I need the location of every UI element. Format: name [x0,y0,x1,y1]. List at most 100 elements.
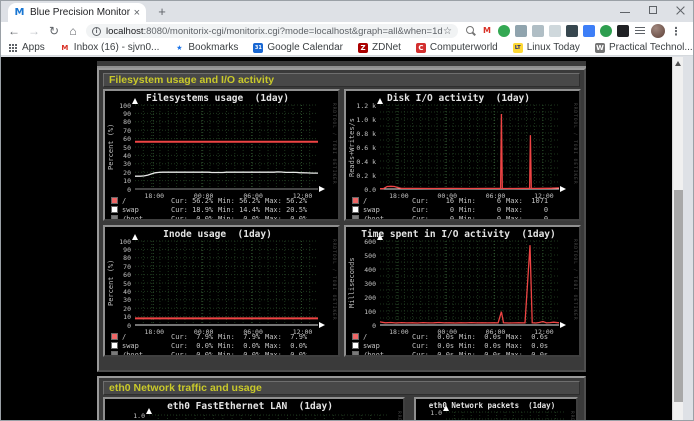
y-tick-label: 70 [105,263,131,271]
section-header-filesystem: Filesystem usage and I/O activity [103,73,580,87]
earth-icon[interactable] [498,25,510,37]
search-icon[interactable] [464,25,476,37]
legend-swatch-swap [352,342,359,349]
y-tick-label: 0.2 k [346,172,376,180]
page-scrollbar[interactable] [672,57,683,421]
bookmark-item-apps[interactable]: Apps [8,42,45,53]
legend-name: / [122,197,126,205]
y-tick-label: 0 [105,322,131,330]
y-tick-label: 1.0 k [346,116,376,124]
chat-icon[interactable] [583,25,595,37]
minimize-icon[interactable] [620,5,630,15]
monitorix-favicon: M [14,7,25,18]
bookmark-label: Computerworld [430,42,498,53]
bookmark-label: ZDNet [372,42,401,53]
tab-strip: M Blue Precision Monitorix × + [0,0,694,22]
y-tick-label: 600 [346,238,376,246]
bookmark-label: Inbox (16) - sjvn0... [74,42,160,53]
y-tick-label: 10 [105,177,131,185]
y-tick-label: 60 [105,271,131,279]
chart-eth0-network-packets-1day[interactable]: eth0 Network packets (1day)Packets/s1.00… [414,397,578,421]
bookmark-item-practical-technol[interactable]: WPractical Technol... [595,42,693,53]
legend-min: Min: 14.4% [218,206,260,214]
gmail-icon[interactable]: M [481,25,493,37]
y-tick-label: 1.2 k [346,102,376,110]
window-controls [620,2,686,18]
legend-cur: Cur: 0 [412,206,454,214]
tab-close-icon[interactable]: × [134,7,140,19]
box-icon: Z [358,43,368,53]
bookmark-item-zdnet[interactable]: Z ZDNet [358,42,401,53]
y-tick-label: 30 [105,160,131,168]
legend-max: Max: 7.9% [265,333,307,341]
y-tick-label: 90 [105,246,131,254]
address-bar[interactable]: i localhost:8080/monitorix-cgi/monitorix… [86,24,458,38]
profile-avatar[interactable] [651,24,665,38]
scrollbar-thumb[interactable] [674,190,683,402]
bookmark-label: Bookmarks [188,42,238,53]
reload-icon[interactable]: ↻ [46,22,62,40]
close-icon[interactable] [676,5,686,15]
legend-name: swap [363,206,380,214]
legend-cur: Cur: 0.0% [171,215,213,221]
bookmark-label: Linux Today [527,42,580,53]
legend-swatch-swap [352,206,359,213]
bookmark-item-inbox-16-sjvn0[interactable]: M Inbox (16) - sjvn0... [60,42,160,53]
legend-cur: Cur: 16 [412,197,454,205]
legend-max: Max: 20.5% [265,206,307,214]
extension-icon-dark[interactable] [566,25,578,37]
evernote-icon[interactable] [600,25,612,37]
bookmark-item-linux-today[interactable]: LTLinux Today [513,42,580,53]
bookmark-items: Apps M Inbox (16) - sjvn0... ★Bookmarks 31Go… [8,42,694,53]
legend-swatch-root [352,333,359,340]
monitorix-page: Filesystem usage and I/O activity eth0 N… [0,57,683,421]
y-tick-label: 40 [105,288,131,296]
scroll-up-icon[interactable] [675,61,681,66]
playlist-icon[interactable] [634,25,646,37]
bookmark-item-google-calendar[interactable]: 31Google Calendar [253,42,343,53]
maximize-icon[interactable] [648,5,658,15]
menu-dots-icon[interactable]: ⋮ [670,25,682,37]
legend-min: Min: 0.0% [218,351,260,357]
pin-icon[interactable] [617,25,629,37]
legend-name: / [122,333,126,341]
legend-max: Max: 56.2% [265,197,307,205]
legend-min: Min: 0.0% [218,215,260,221]
forward-icon[interactable]: → [26,22,42,40]
chart-inode-usage-1day[interactable]: Inode usage (1day)Percent (%)10090807060… [103,225,340,357]
legend-min: Min: 0.0s [459,333,501,341]
legend-name: /boot [122,215,143,221]
y-tick-label: 0.8 k [346,130,376,138]
legend-cur: Cur: 0.0% [171,351,213,357]
back-icon[interactable]: ← [6,22,22,40]
legend-name: /boot [122,351,143,357]
extension-icon-gray[interactable] [532,25,544,37]
chart-title: eth0 FastEthernet LAN (1day) [105,401,395,412]
chart-eth0-fastethernet-lan-1day[interactable]: eth0 FastEthernet LAN (1day)1.00.90.80.7… [103,397,405,421]
page-info-icon[interactable]: i [92,27,101,36]
legend-max: Max: 0.0% [265,215,307,221]
legend-min: Min: 0.0s [459,342,501,350]
bookmark-star-icon[interactable]: ☆ [443,26,452,37]
legend-max: Max: 0.0s [506,351,548,357]
browser-tab[interactable]: M Blue Precision Monitorix × [8,3,146,22]
bookmark-item-computerworld[interactable]: CComputerworld [416,42,498,53]
chart-filesystems-usage-1day[interactable]: Filesystems usage (1day)Percent (%)10090… [103,89,340,221]
extension-icon-light[interactable] [549,25,561,37]
home-icon[interactable]: ⌂ [65,22,81,40]
y-tick-label: 100 [346,308,376,316]
y-tick-label: 50 [105,144,131,152]
bookmark-item-bookmarks[interactable]: ★Bookmarks [174,42,238,53]
chart-disk-i-o-activity-1day[interactable]: Disk I/O activity (1day)Reads+Writes/s1.… [344,89,581,221]
legend-swatch-rootboot [352,351,359,357]
legend-name: swap [122,206,139,214]
bookmark-label: Apps [22,42,45,53]
chart-title: Filesystems usage (1day) [105,93,330,104]
text-icon: M [60,43,70,53]
chart-time-spent-in-i-o-activity-1day[interactable]: Time spent in I/O activity (1day)Millise… [344,225,581,357]
new-tab-button[interactable]: + [154,4,170,20]
copy-pages-icon[interactable] [515,25,527,37]
y-tick-label: 500 [346,252,376,260]
legend-swatch-swap [111,206,118,213]
rrdtool-watermark: RRDTOOL / TOBI OETIKER [331,239,336,321]
